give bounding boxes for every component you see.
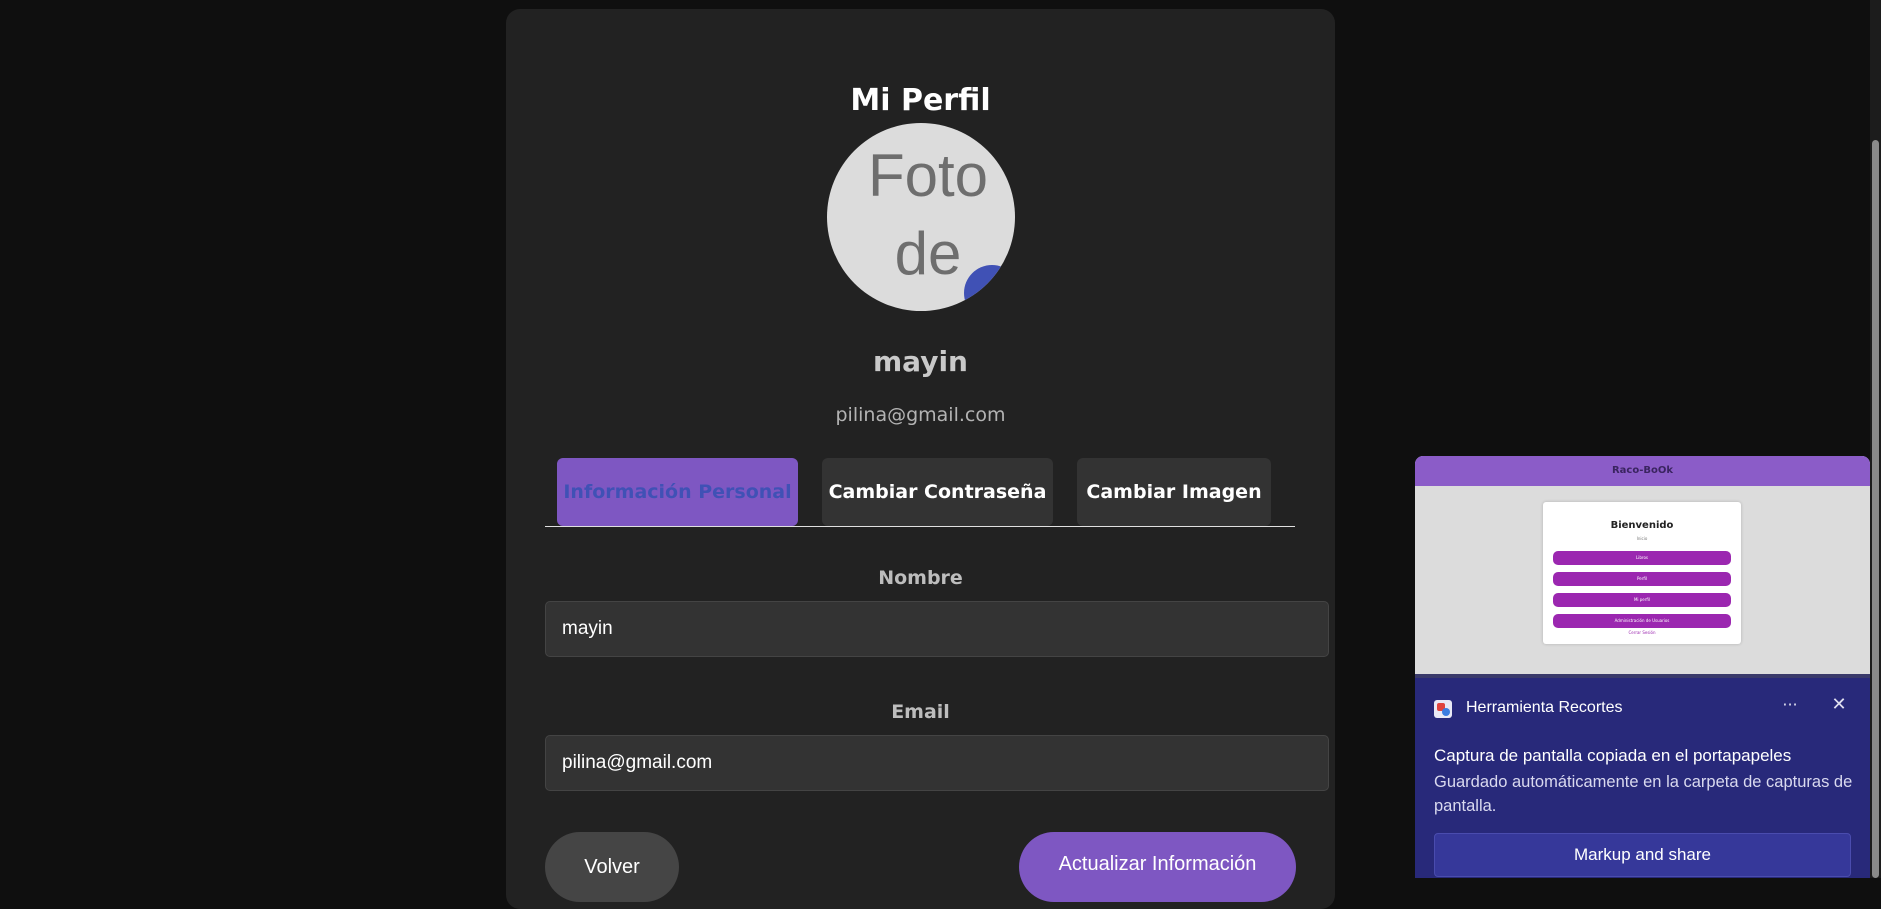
tab-divider [545,526,1295,527]
update-info-button[interactable]: Actualizar Información [1019,832,1296,902]
markup-and-share-button[interactable]: Markup and share [1434,833,1851,877]
preview-subtitle: Inicio [1636,536,1648,541]
profile-email: pilina@gmail.com [835,404,1006,426]
page-title: Mi Perfil [850,83,991,118]
notification-body: Herramienta Recortes ··· ✕ Captura de pa… [1415,678,1870,878]
tab-change-image[interactable]: Cambiar Imagen [1077,458,1271,526]
notification-app-name: Herramienta Recortes [1466,699,1623,716]
preview-app-bar: Raco-BoOk [1415,456,1870,486]
profile-card: Mi Perfil Foto de mayin pilina@gmail.com… [506,9,1335,909]
avatar[interactable]: Foto de [827,123,1015,311]
preview-heading: Bienvenido [1610,520,1674,531]
tab-personal-info[interactable]: Información Personal [557,458,798,526]
preview-card: Bienvenido Inicio Libros Perfil Mi perfi… [1543,502,1741,644]
notification-title: Captura de pantalla copiada en el portap… [1434,746,1792,765]
name-field[interactable]: mayin [545,601,1329,657]
more-options-icon[interactable]: ··· [1777,692,1803,718]
email-field[interactable]: pilina@gmail.com [545,735,1329,791]
preview-button: Libros [1553,551,1731,565]
preview-button: Administración de Usuarios [1553,614,1731,628]
tab-change-password[interactable]: Cambiar Contraseña [822,458,1053,526]
screenshot-preview[interactable]: Raco-BoOk Bienvenido Inicio Libros Perfi… [1415,456,1870,678]
back-button[interactable]: Volver [545,832,679,902]
avatar-placeholder-line-1: Foto [867,142,989,209]
preview-logout-link: Cerrar Sesión [1628,630,1656,635]
snipping-tool-notification[interactable]: Raco-BoOk Bienvenido Inicio Libros Perfi… [1415,456,1870,878]
close-icon[interactable]: ✕ [1826,692,1852,718]
preview-button: Perfil [1553,572,1731,586]
name-label: Nombre [878,567,963,589]
preview-button: Mi perfil [1553,593,1731,607]
snipping-tool-icon [1434,700,1452,718]
email-label: Email [891,701,950,723]
notification-text: Guardado automáticamente en la carpeta d… [1434,773,1853,815]
avatar-edit-badge[interactable] [964,265,1015,311]
profile-username: mayin [873,345,968,378]
scrollbar-thumb[interactable] [1872,140,1879,878]
scrollbar[interactable] [1870,0,1881,878]
